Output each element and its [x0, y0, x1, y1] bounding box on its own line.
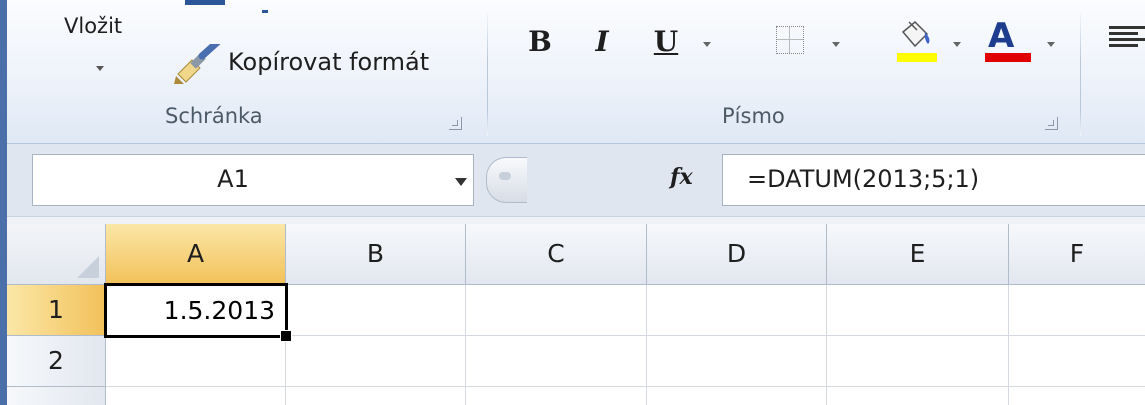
italic-button[interactable]: I: [586, 22, 618, 64]
cell-e1[interactable]: [827, 285, 1009, 336]
spreadsheet-grid: A B C D E F 1 2 1.5.2013: [0, 224, 1145, 405]
column-header-f[interactable]: F: [1009, 224, 1145, 285]
fill-color-bucket-icon[interactable]: [895, 20, 935, 50]
font-color-dropdown-arrow-icon[interactable]: [1047, 42, 1055, 47]
fill-color-dropdown-arrow-icon[interactable]: [953, 42, 961, 47]
font-dialog-launcher-icon[interactable]: [1045, 117, 1058, 130]
formula-bar-area: A1 fx =DATUM(2013;5;1): [0, 144, 1145, 225]
cell-f1[interactable]: [1009, 285, 1145, 336]
column-header-e[interactable]: E: [827, 224, 1009, 285]
column-header-c[interactable]: C: [466, 224, 647, 285]
cell-b1[interactable]: [288, 285, 466, 336]
clipboard-group-label: Schránka: [165, 104, 263, 128]
ribbon-top-accent-2: [262, 10, 268, 13]
format-painter-brush-icon: [174, 44, 221, 84]
name-box-value: A1: [217, 165, 249, 193]
format-painter-label: Kopírovat formát: [228, 48, 430, 76]
paste-button[interactable]: Vložit: [48, 14, 148, 84]
excel-window: Vložit Kopírovat formát Schránka B I U A…: [0, 0, 1145, 405]
cell-b3[interactable]: [286, 387, 466, 405]
cell-c3[interactable]: [466, 387, 647, 405]
fill-color-swatch: [897, 53, 937, 62]
cell-b2[interactable]: [286, 336, 466, 387]
cell-d1[interactable]: [647, 285, 827, 336]
column-header-b[interactable]: B: [286, 224, 466, 285]
name-box-dropdown-arrow-icon[interactable]: [455, 178, 467, 186]
font-color-swatch: [985, 53, 1031, 62]
formula-text: =DATUM(2013;5;1): [747, 165, 980, 193]
column-header-a[interactable]: A: [106, 224, 286, 286]
cell-d3[interactable]: [647, 387, 827, 405]
group-separator: [1080, 12, 1081, 136]
format-painter-button[interactable]: Kopírovat formát: [166, 38, 472, 84]
cell-c2[interactable]: [466, 336, 647, 387]
cell-f3[interactable]: [1009, 387, 1145, 405]
formula-input[interactable]: =DATUM(2013;5;1): [722, 154, 1145, 206]
underline-dropdown-arrow-icon[interactable]: [703, 42, 711, 47]
cell-c1[interactable]: [466, 285, 647, 336]
row-header-1[interactable]: 1: [7, 285, 107, 336]
paste-label: Vložit: [64, 14, 123, 38]
cell-f2[interactable]: [1009, 336, 1145, 387]
select-all-corner[interactable]: [7, 224, 106, 285]
cell-d2[interactable]: [647, 336, 827, 387]
insert-function-fx-icon[interactable]: fx: [670, 164, 693, 190]
cell-a1[interactable]: 1.5.2013: [104, 283, 288, 338]
font-group-label: Písmo: [722, 104, 785, 128]
row-header-2[interactable]: 2: [7, 336, 106, 387]
bold-button[interactable]: B: [522, 22, 558, 64]
cell-a2[interactable]: [106, 338, 286, 387]
paste-dropdown-arrow-icon[interactable]: [96, 66, 104, 71]
ribbon-top-accent: [185, 0, 225, 5]
group-separator: [487, 12, 488, 136]
ribbon: Vložit Kopírovat formát Schránka B I U A…: [0, 0, 1145, 144]
align-text-icon[interactable]: [1109, 26, 1145, 54]
font-color-button[interactable]: A: [988, 16, 1014, 56]
underline-button[interactable]: U: [650, 22, 682, 64]
row-header-3[interactable]: [7, 387, 106, 405]
window-left-border: [0, 0, 7, 405]
column-header-d[interactable]: D: [647, 224, 827, 285]
cell-e3[interactable]: [827, 387, 1009, 405]
borders-dropdown-arrow-icon[interactable]: [832, 42, 840, 47]
cell-e2[interactable]: [827, 336, 1009, 387]
borders-icon[interactable]: [776, 26, 804, 54]
clipboard-dialog-launcher-icon[interactable]: [449, 117, 462, 130]
name-box[interactable]: A1: [32, 154, 474, 206]
fill-handle[interactable]: [280, 330, 292, 342]
formula-bar-splitter[interactable]: [486, 157, 527, 203]
cell-a3[interactable]: [106, 387, 286, 405]
